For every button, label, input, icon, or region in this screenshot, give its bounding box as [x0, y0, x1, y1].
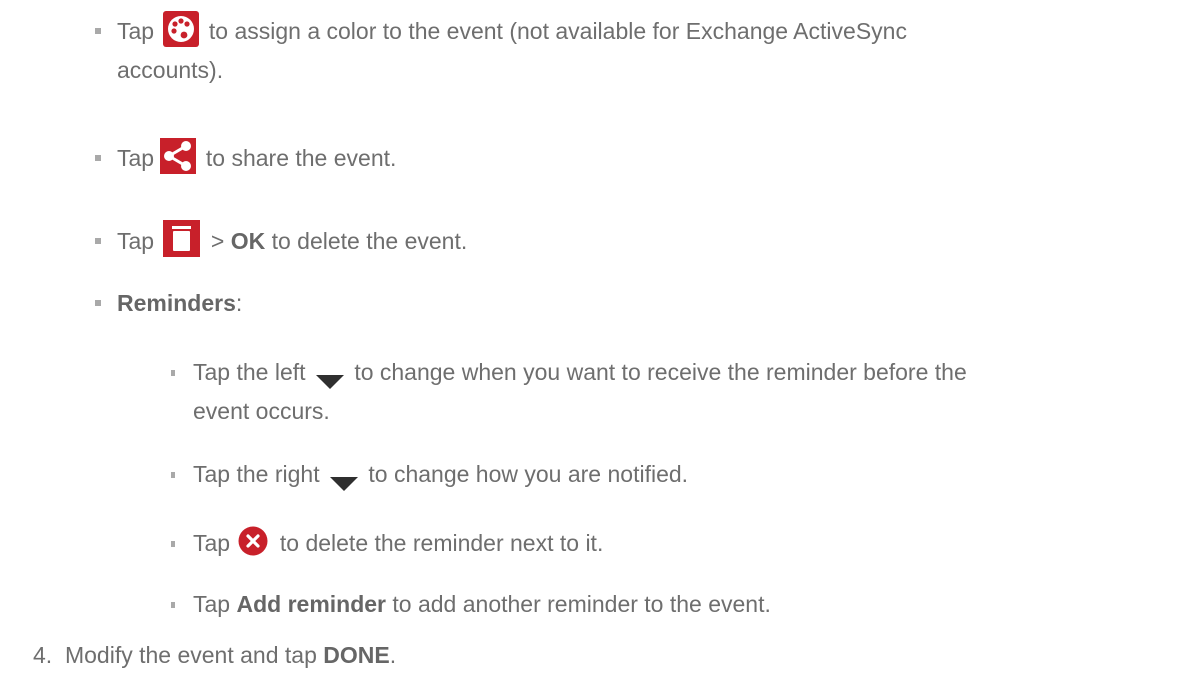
close-circle-icon[interactable] [238, 526, 268, 556]
reminder-left-text-b: to change when you want to receive the r… [354, 359, 967, 385]
tap-label: Tap [193, 530, 231, 556]
step-number: 4. [33, 642, 53, 668]
tap-label: Tap [193, 591, 231, 617]
dropdown-arrow-icon[interactable] [315, 364, 344, 389]
reminder-left-text-c: event occurs. [193, 398, 330, 424]
delete-item-text: to delete the event. [271, 228, 468, 254]
reminders-colon: : [235, 290, 243, 316]
reminder-right-text-b: to change how you are notified. [368, 461, 689, 487]
reminders-label: Reminders [117, 290, 236, 316]
dropdown-arrow-icon[interactable] [329, 466, 358, 491]
sub-bullet-marker [171, 472, 175, 478]
sub-bullet-marker [171, 370, 175, 376]
delete-item: Tap > OK to delete the event. [117, 220, 468, 261]
share-item-text: to share the event. [205, 145, 397, 171]
step-period: . [389, 642, 397, 668]
done-label: DONE [323, 642, 390, 668]
share-item: Tap to share the event. [117, 137, 397, 178]
step-4: 4. Modify the event and tap DONE. [33, 638, 396, 673]
color-item-text: to assign a color to the event (not avai… [208, 18, 907, 44]
reminder-right-line: Tap the right to change how you are noti… [193, 457, 688, 492]
reminder-add-text: to add another reminder to the event. [392, 591, 771, 617]
reminder-remove-text: to delete the reminder next to it. [279, 530, 604, 556]
tap-label: Tap [117, 145, 155, 171]
reminder-remove-line: Tap to delete the reminder next to it. [193, 526, 603, 561]
step-text: Modify the event and tap [64, 642, 317, 668]
reminders-heading: Reminders: [117, 286, 242, 321]
palette-icon[interactable] [163, 10, 200, 47]
tap-label: Tap [117, 18, 155, 44]
reminder-add-line: Tap Add reminder to add another reminder… [193, 587, 771, 622]
color-item-line-2: accounts). [117, 53, 223, 88]
reminder-right-text-a: Tap the right [193, 461, 320, 487]
reminder-left-line-1: Tap the left to change when you want to … [193, 355, 967, 390]
bullet-marker [95, 155, 101, 161]
reminder-left-line-2: event occurs. [193, 394, 330, 429]
sub-bullet-marker [171, 541, 175, 547]
gt-symbol: > [210, 228, 225, 254]
ok-label: OK [230, 228, 266, 254]
bullet-marker [95, 238, 101, 244]
sub-bullet-marker [171, 602, 175, 608]
color-item-line-1: Tap to assign a color to the event (not … [117, 10, 907, 51]
tap-label: Tap [117, 228, 155, 254]
trash-icon[interactable] [163, 220, 201, 258]
bullet-marker [95, 300, 101, 306]
share-icon[interactable] [160, 137, 197, 174]
reminder-left-text-a: Tap the left [193, 359, 306, 385]
bullet-marker [95, 28, 101, 34]
add-reminder-label: Add reminder [236, 591, 387, 617]
color-item-text-cont: accounts). [117, 57, 224, 83]
